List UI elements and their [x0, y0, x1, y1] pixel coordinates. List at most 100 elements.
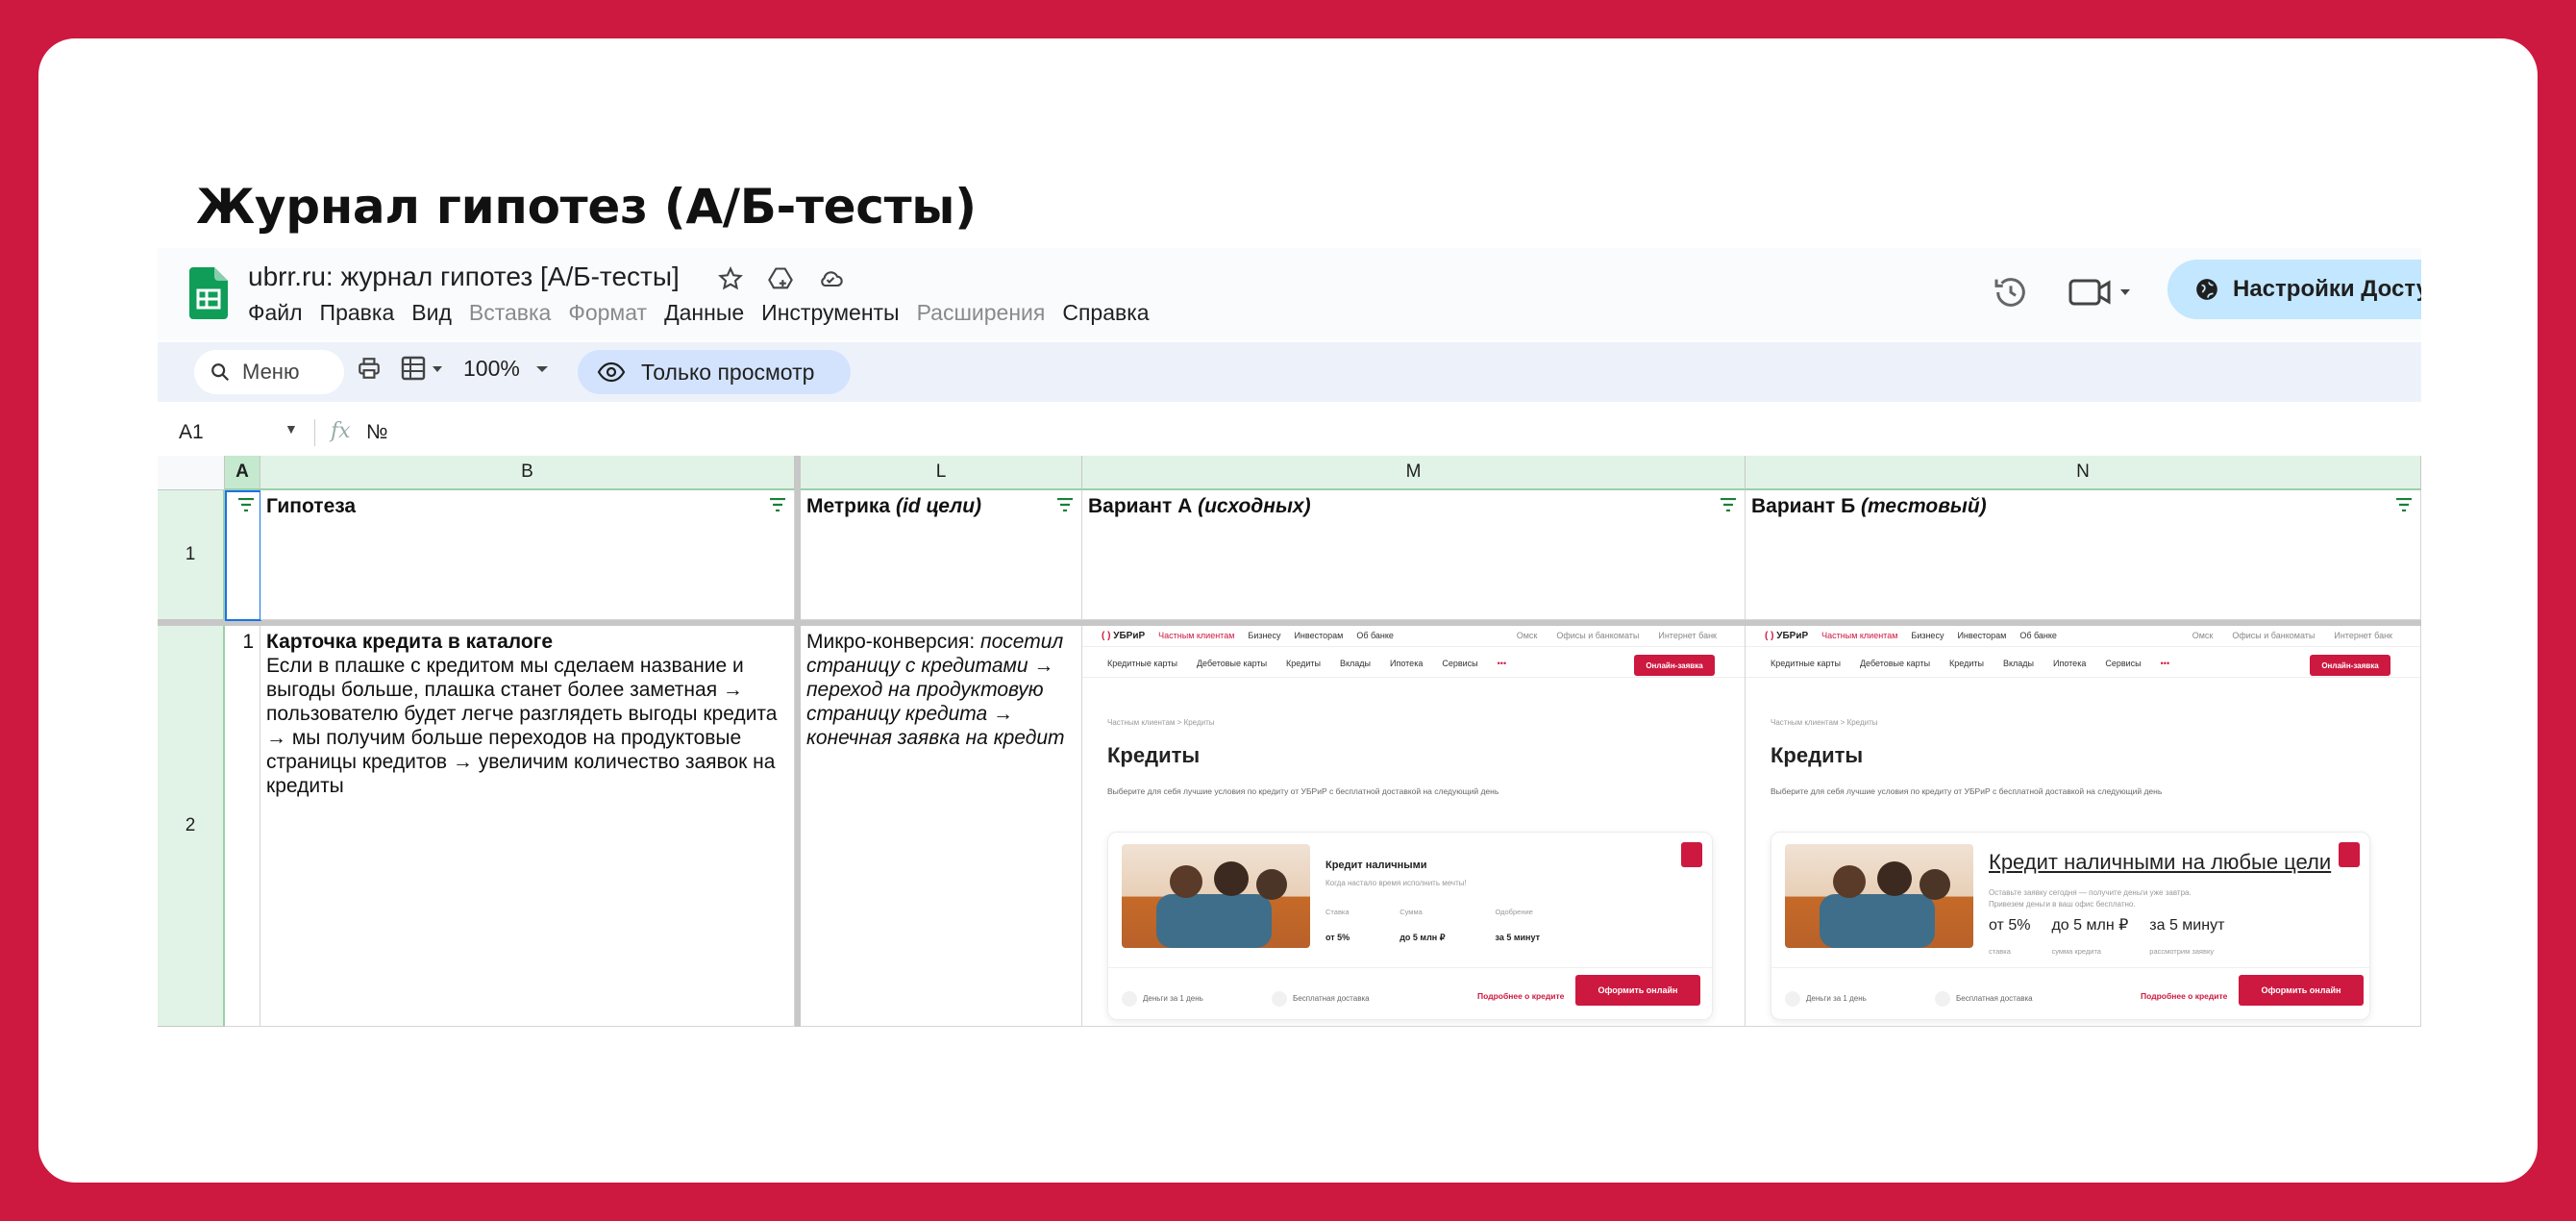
move-to-drive-icon[interactable] — [765, 263, 796, 294]
format-icon[interactable] — [400, 356, 444, 381]
column-header-m[interactable]: M — [1082, 456, 1746, 490]
zoom-value: 100% — [463, 356, 520, 381]
formula-separator — [314, 419, 315, 446]
menu-view[interactable]: Вид — [411, 300, 452, 326]
cell-l1[interactable]: Метрика (id цели) — [801, 490, 1082, 620]
site-nav-credits: Кредиты — [1286, 659, 1321, 668]
site-nav-credits: Кредиты — [1949, 659, 1984, 668]
menu-bar: Файл Правка Вид Вставка Формат Данные Ин… — [248, 300, 1167, 326]
menu-insert: Вставка — [468, 300, 552, 325]
hypothesis-title: Карточка кредита в каталоге — [266, 631, 554, 653]
cell-n2[interactable]: ( ) УБРиР Частным клиентам Бизнесу Инвес… — [1746, 626, 2421, 1027]
site-offices: Офисы и банкоматы — [2232, 631, 2316, 640]
cell-m1[interactable]: Вариант А (исходных) — [1082, 490, 1746, 620]
header-variant-a-italic: (исходных) — [1198, 495, 1311, 517]
sheets-screenshot: ubrr.ru: журнал гипотез [А/Б-тесты] Файл… — [158, 248, 2421, 1027]
site-top-nav: ( ) УБРиР Частным клиентам Бизнесу Инвес… — [1746, 626, 2420, 647]
site-ibank: Интернет банк — [1658, 631, 1717, 640]
name-box[interactable]: A1 — [179, 421, 204, 444]
menu-file[interactable]: Файл — [248, 300, 303, 326]
menu-data[interactable]: Данные — [664, 300, 744, 326]
eye-icon — [597, 361, 626, 383]
stat-label: сумма кредита — [2051, 947, 2101, 956]
site-nav-credit-cards: Кредитные карты — [1107, 659, 1177, 668]
site-nav-about: Об банке — [1356, 631, 1394, 640]
site-city: Омск — [1516, 631, 1538, 640]
star-icon[interactable] — [715, 263, 746, 294]
site-heading: Кредиты — [1107, 743, 1201, 767]
filter-icon[interactable] — [1056, 498, 1074, 511]
site-nav-more: ••• — [1497, 659, 1507, 668]
column-header-a[interactable]: A — [225, 456, 260, 490]
header-variant-b: Вариант Б — [1751, 495, 1861, 517]
site-nav-business: Бизнесу — [1248, 631, 1281, 640]
search-icon — [211, 363, 230, 382]
menu-search[interactable]: Меню — [194, 350, 344, 394]
header-hypothesis: Гипотеза — [266, 495, 357, 517]
formula-value[interactable]: № — [366, 421, 388, 444]
cell-a2[interactable]: 1 — [225, 626, 260, 1027]
site-nav-services: Сервисы — [2105, 659, 2142, 668]
site-ibank: Интернет банк — [2334, 631, 2392, 640]
cell-n1[interactable]: Вариант Б (тестовый) — [1746, 490, 2421, 620]
filter-icon[interactable] — [1720, 498, 1737, 511]
filter-icon[interactable] — [2395, 498, 2413, 511]
document-title[interactable]: ubrr.ru: журнал гипотез [А/Б-тесты] — [248, 262, 680, 292]
site-logo: ( ) УБРиР — [1765, 631, 1809, 641]
print-icon[interactable] — [356, 356, 383, 381]
product-subtitle: Когда настало время исполнить мечты! — [1325, 879, 1467, 887]
hypothesis-number: 1 — [242, 631, 254, 653]
cell-b1[interactable]: Гипотеза — [260, 490, 795, 620]
spreadsheet-grid: A B L M N 1 2 Гипотеза Метрика (id цели) — [158, 456, 2421, 1027]
stat-label: Одобрение — [1495, 908, 1533, 916]
menu-extensions: Расширения — [916, 300, 1046, 325]
sheets-logo-icon[interactable] — [189, 267, 228, 319]
feature-fast: Деньги за 1 день — [1122, 986, 1203, 1010]
filter-icon[interactable] — [769, 498, 786, 511]
stat-value: до 5 млн ₽ — [1399, 933, 1446, 942]
product-card: Кредит наличными на любые цели Оставьте … — [1771, 832, 2370, 1020]
product-apply-button: Оформить онлайн — [1575, 975, 1700, 1006]
stat-label: Ставка — [1325, 908, 1350, 916]
hypothesis-body: Если в плашке с кредитом мы сделаем назв… — [266, 655, 778, 797]
select-all-corner[interactable] — [158, 456, 225, 490]
share-label: Настройки Доступ — [2233, 276, 2421, 302]
row-header-1[interactable]: 1 — [158, 490, 225, 620]
cloud-status-icon[interactable] — [815, 263, 846, 294]
menu-tools[interactable]: Инструменты — [761, 300, 899, 326]
site-nav-mortgage: Ипотека — [1390, 659, 1424, 668]
column-header-l[interactable]: L — [801, 456, 1082, 490]
header-metric: Метрика — [806, 495, 896, 517]
product-stats: ставка от 5% сумма кредита до 5 млн ₽ расс… — [1989, 913, 2224, 963]
cell-m2[interactable]: ( ) УБРиР Частным клиентам Бизнесу Инвес… — [1082, 626, 1746, 1027]
row-header-2[interactable]: 2 — [158, 626, 225, 1027]
header-variant-b-italic: (тестовый) — [1861, 495, 1987, 517]
meet-icon[interactable] — [2067, 273, 2134, 311]
slide-title: Журнал гипотез (А/Б-тесты) — [196, 179, 977, 235]
site-nav-debit-cards: Дебетовые карты — [1196, 659, 1268, 668]
title-bar: ubrr.ru: журнал гипотез [А/Б-тесты] Файл… — [158, 248, 2421, 340]
column-header-n[interactable]: N — [1746, 456, 2421, 490]
site-lead: Выберите для себя лучшие условия по кред… — [1771, 786, 2163, 796]
cell-l2[interactable]: Микро-конверсия: посетил страницу с кред… — [801, 626, 1082, 1027]
site-top-nav: ( ) УБРиР Частным клиентам Бизнесу Инвес… — [1082, 626, 1745, 647]
history-icon[interactable] — [1992, 273, 2030, 311]
site-heading: Кредиты — [1771, 743, 1864, 767]
toolbar: Меню 100% Только просмотр — [158, 342, 2421, 402]
view-only-label: Только просмотр — [641, 359, 815, 385]
site-nav-debit-cards: Дебетовые карты — [1859, 659, 1931, 668]
column-header-b[interactable]: B — [260, 456, 795, 490]
share-button[interactable]: Настройки Доступ — [2167, 260, 2421, 319]
view-only-badge[interactable]: Только просмотр — [578, 350, 851, 394]
menu-edit[interactable]: Правка — [320, 300, 395, 326]
site-nav-deposits: Вклады — [1339, 659, 1372, 668]
bookmark-icon — [2339, 842, 2360, 867]
menu-help[interactable]: Справка — [1062, 300, 1149, 326]
stat-value: за 5 минут — [1495, 933, 1540, 942]
zoom-select[interactable]: 100% — [463, 356, 549, 382]
cell-b2[interactable]: Карточка кредита в каталоге Если в плашк… — [260, 626, 795, 1027]
site-apply-button: Онлайн-заявка — [2310, 655, 2390, 676]
stat-value: от 5% — [1325, 933, 1350, 942]
site-nav-private: Частным клиентам — [1821, 631, 1898, 640]
name-box-dropdown-icon[interactable]: ▼ — [285, 421, 298, 436]
